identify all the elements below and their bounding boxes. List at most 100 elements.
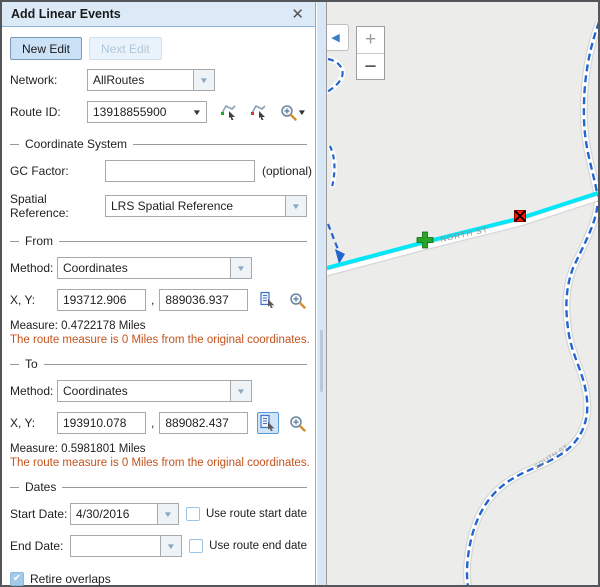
scrollbar-thumb[interactable] bbox=[320, 330, 323, 392]
select-route-on-map-button[interactable] bbox=[218, 101, 240, 123]
panel-titlebar: Add Linear Events ✕ bbox=[2, 2, 315, 27]
use-route-start-date-label: Use route start date bbox=[206, 508, 307, 520]
spatial-reference-dropdown[interactable]: LRS Spatial Reference ▼ bbox=[105, 195, 307, 217]
dates-legend: Dates bbox=[10, 480, 307, 494]
dashed-arrow-segment bbox=[328, 224, 345, 264]
magnifier-plus-icon bbox=[289, 292, 306, 309]
app-window: Add Linear Events ✕ New Edit Next Edit N… bbox=[0, 0, 600, 587]
network-label: Network: bbox=[10, 73, 87, 87]
network-dropdown[interactable]: AllRoutes ▼ bbox=[87, 69, 215, 91]
retire-overlaps-checkbox[interactable] bbox=[10, 572, 24, 586]
magnifier-plus-icon bbox=[289, 415, 306, 432]
to-legend: To bbox=[10, 357, 307, 371]
edit-buttons-row: New Edit Next Edit bbox=[10, 37, 307, 60]
chevron-down-icon: ▼ bbox=[236, 264, 246, 273]
next-edit-button[interactable]: Next Edit bbox=[89, 37, 162, 60]
optional-note: (optional) bbox=[262, 164, 312, 178]
to-location-marker[interactable] bbox=[515, 211, 526, 222]
to-measure-text: Measure: 0.5981801 Miles bbox=[10, 443, 307, 455]
panel-scrollbar[interactable] bbox=[317, 2, 326, 585]
to-xy-row: X, Y: , bbox=[10, 412, 307, 434]
panel-content: New Edit Next Edit Network: AllRoutes ▼ … bbox=[2, 27, 315, 587]
from-xy-label: X, Y: bbox=[10, 293, 57, 307]
select-route-icon bbox=[220, 103, 238, 121]
route-id-label: Route ID: bbox=[10, 105, 87, 119]
from-xy-row: X, Y: , bbox=[10, 289, 307, 311]
new-edit-button[interactable]: New Edit bbox=[10, 37, 82, 60]
chevron-down-icon[interactable]: ▼ bbox=[297, 108, 307, 117]
zoom-to-route-button[interactable]: ▼ bbox=[279, 101, 307, 123]
retire-overlaps-label: Retire overlaps bbox=[30, 572, 111, 586]
route-id-combo[interactable]: 13918855900 ▼ bbox=[87, 101, 207, 123]
to-method-label: Method: bbox=[10, 384, 57, 398]
chevron-down-icon: ▼ bbox=[166, 542, 176, 551]
start-date-value: 4/30/2016 bbox=[71, 504, 157, 524]
route-id-value: 13918855900 bbox=[88, 102, 188, 122]
comma-separator: , bbox=[151, 416, 154, 430]
network-dropdown-button[interactable]: ▼ bbox=[193, 70, 214, 90]
start-date-picker[interactable]: 4/30/2016 ▼ bbox=[70, 503, 179, 525]
gc-factor-row: GC Factor: (optional) bbox=[10, 160, 307, 182]
magnifier-plus-icon bbox=[280, 104, 297, 121]
pick-coordinates-icon bbox=[259, 291, 277, 309]
from-zoom-to-button[interactable] bbox=[286, 289, 308, 311]
to-zoom-to-button[interactable] bbox=[286, 412, 308, 434]
to-xy-label: X, Y: bbox=[10, 416, 57, 430]
route-id-row: Route ID: 13918855900 ▼ bbox=[10, 101, 307, 123]
chevron-down-icon: ▼ bbox=[192, 108, 202, 117]
to-method-dropdown-button[interactable]: ▼ bbox=[230, 381, 251, 401]
add-linear-events-panel: Add Linear Events ✕ New Edit Next Edit N… bbox=[2, 2, 316, 585]
dashed-road-right bbox=[467, 22, 598, 585]
to-warning-text: The route measure is 0 Miles from the or… bbox=[10, 457, 307, 469]
collapse-arrow-icon: ◀ bbox=[331, 31, 339, 44]
from-method-dropdown[interactable]: Coordinates ▼ bbox=[57, 257, 252, 279]
map-view[interactable]: ◀ + − NORTH ST SOUTH ST bbox=[326, 2, 598, 585]
use-route-start-date-checkbox[interactable] bbox=[186, 507, 200, 521]
collapse-panel-button[interactable]: ◀ bbox=[326, 24, 349, 51]
from-legend: From bbox=[10, 234, 307, 248]
route-id-dropdown-button[interactable]: ▼ bbox=[188, 102, 206, 122]
map-zoom-control: + − bbox=[356, 26, 385, 80]
to-x-input[interactable] bbox=[57, 412, 146, 434]
to-y-input[interactable] bbox=[159, 412, 248, 434]
network-row: Network: AllRoutes ▼ bbox=[10, 69, 307, 91]
to-method-value: Coordinates bbox=[58, 381, 230, 401]
spatial-reference-value: LRS Spatial Reference bbox=[106, 196, 285, 216]
to-pick-on-map-button[interactable] bbox=[257, 412, 279, 434]
dashed-road-fragment bbox=[330, 146, 334, 187]
end-date-dropdown-button[interactable]: ▼ bbox=[160, 536, 181, 556]
from-y-input[interactable] bbox=[159, 289, 248, 311]
start-date-dropdown-button[interactable]: ▼ bbox=[157, 504, 178, 524]
clear-route-selection-icon bbox=[250, 103, 268, 121]
start-date-label: Start Date: bbox=[10, 507, 70, 521]
panel-title: Add Linear Events bbox=[11, 7, 289, 21]
end-date-picker[interactable]: ▼ bbox=[70, 535, 182, 557]
from-method-dropdown-button[interactable]: ▼ bbox=[230, 258, 251, 278]
use-route-end-date-label: Use route end date bbox=[209, 540, 307, 552]
from-method-label: Method: bbox=[10, 261, 57, 275]
map-canvas bbox=[327, 2, 598, 585]
from-pick-on-map-button[interactable] bbox=[257, 289, 279, 311]
spatial-reference-dropdown-button[interactable]: ▼ bbox=[285, 196, 306, 216]
use-route-end-date-checkbox[interactable] bbox=[189, 539, 203, 553]
dashed-road-loop bbox=[327, 59, 343, 92]
to-method-row: Method: Coordinates ▼ bbox=[10, 380, 307, 402]
close-icon[interactable]: ✕ bbox=[289, 7, 306, 22]
end-date-value bbox=[71, 536, 160, 556]
from-warning-text: The route measure is 0 Miles from the or… bbox=[10, 334, 307, 346]
from-method-row: Method: Coordinates ▼ bbox=[10, 257, 307, 279]
from-method-value: Coordinates bbox=[58, 258, 230, 278]
gc-factor-label: GC Factor: bbox=[10, 164, 105, 178]
clear-route-selection-button[interactable] bbox=[248, 101, 270, 123]
from-x-input[interactable] bbox=[57, 289, 146, 311]
zoom-out-button[interactable]: − bbox=[357, 54, 384, 80]
end-date-label: End Date: bbox=[10, 539, 70, 553]
zoom-in-button[interactable]: + bbox=[357, 27, 384, 54]
option-row: Retire overlaps bbox=[10, 572, 307, 586]
to-method-dropdown[interactable]: Coordinates ▼ bbox=[57, 380, 252, 402]
gc-factor-input[interactable] bbox=[105, 160, 255, 182]
pick-coordinates-icon bbox=[259, 414, 277, 432]
start-date-row: Start Date: 4/30/2016 ▼ Use route start … bbox=[10, 503, 307, 525]
end-date-row: End Date: ▼ Use route end date bbox=[10, 535, 307, 557]
spatial-reference-row: Spatial Reference: LRS Spatial Reference… bbox=[10, 192, 307, 220]
